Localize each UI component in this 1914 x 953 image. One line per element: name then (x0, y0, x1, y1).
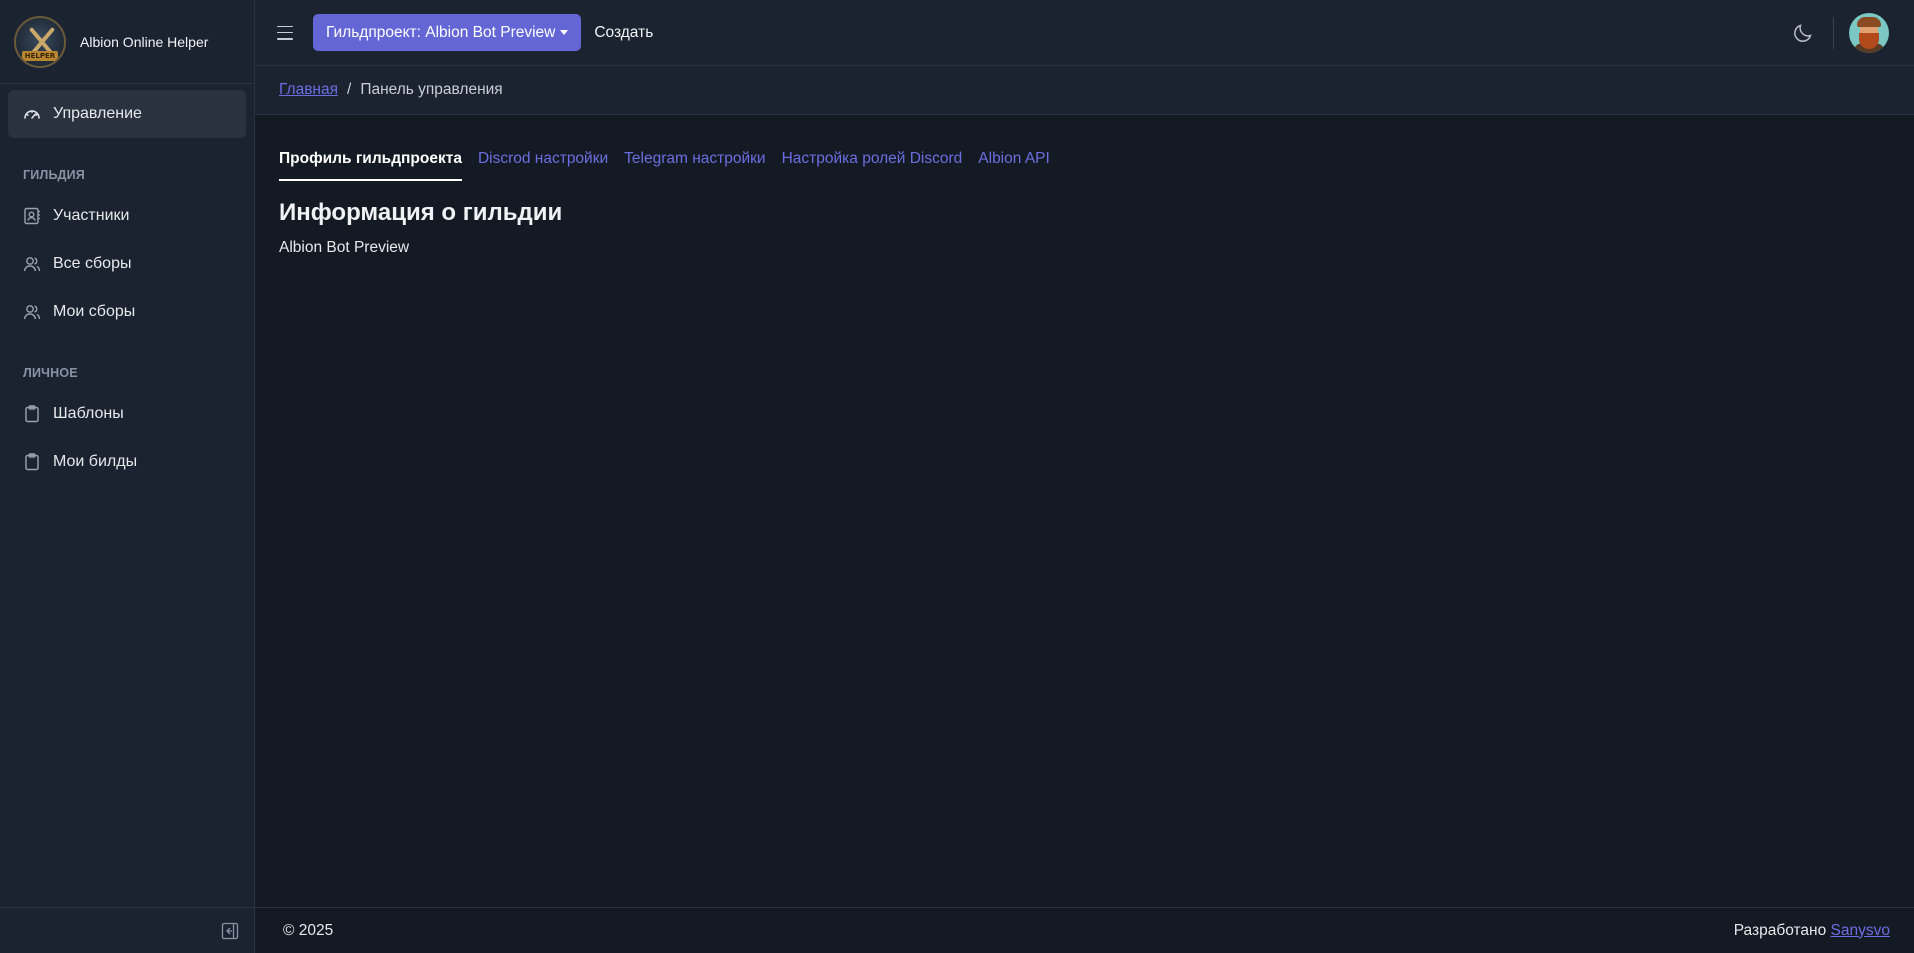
sidebar-section-guild: ГИЛЬДИЯ (23, 168, 85, 182)
breadcrumb-home-link[interactable]: Главная (279, 81, 338, 99)
sidebar-item-label: Шаблоны (53, 405, 124, 422)
users-icon (22, 254, 42, 274)
guild-project-label: Гильдпроект: Albion Bot Preview (326, 23, 556, 41)
guild-name: Albion Bot Preview (279, 239, 410, 256)
sidebar-item-label: Мои билды (53, 453, 138, 470)
sidebar-footer (0, 907, 255, 953)
sidebar-item-members[interactable]: Участники (8, 192, 246, 240)
sidebar-nav: Управление ГИЛЬДИЯ Участники Все сборы М… (0, 84, 254, 492)
brand[interactable]: HELPER Albion Online Helper (0, 0, 254, 84)
tab-discord-settings[interactable]: Discrod настройки (478, 150, 608, 181)
users-icon (22, 302, 42, 322)
brand-title: Albion Online Helper (80, 33, 209, 50)
developed-by-label: Разработано (1733, 921, 1827, 939)
guild-project-dropdown[interactable]: Гильдпроект: Albion Bot Preview (313, 14, 582, 51)
sidebar-item-label: Участники (53, 207, 130, 224)
tab-albion-api[interactable]: Albion API (978, 150, 1050, 181)
brand-logo-text: HELPER (22, 50, 58, 61)
developed-by: Разработано Sanysvo (1734, 922, 1890, 940)
gauge-icon (22, 104, 42, 124)
tabs: Профиль гильдпроекта Discrod настройки T… (279, 150, 1914, 181)
sidebar-item-management[interactable]: Управление (8, 90, 246, 138)
topbar: Гильдпроект: Albion Bot Preview Создать (255, 0, 1914, 66)
sidebar: HELPER Albion Online Helper Управление Г… (0, 0, 255, 953)
main-content: Профиль гильдпроекта Discrod настройки T… (279, 115, 1914, 257)
caret-down-icon (560, 30, 569, 35)
clipboard-icon (22, 404, 42, 424)
sidebar-item-label: Все сборы (53, 255, 132, 272)
breadcrumb-separator: / (347, 81, 352, 98)
footer: © 2025 Разработано Sanysvo (255, 907, 1914, 953)
sidebar-item-templates[interactable]: Шаблоны (8, 390, 246, 438)
breadcrumb-current: Панель управления (360, 81, 503, 98)
moon-icon[interactable] (1791, 21, 1815, 45)
tab-telegram-settings[interactable]: Telegram настройки (624, 150, 765, 181)
contact-book-icon (22, 206, 42, 226)
divider (1833, 16, 1834, 49)
avatar[interactable] (1849, 12, 1889, 53)
collapse-sidebar-icon[interactable] (221, 922, 239, 940)
sidebar-item-label: Управление (53, 105, 142, 122)
sidebar-section-personal: ЛИЧНОЕ (23, 366, 78, 380)
sidebar-item-my-builds[interactable]: Мои билды (8, 438, 246, 486)
create-link[interactable]: Создать (594, 24, 653, 42)
breadcrumb: Главная / Панель управления (255, 66, 1914, 115)
clipboard-icon (22, 452, 42, 472)
copyright: © 2025 (283, 921, 334, 939)
menu-icon[interactable] (277, 25, 293, 40)
author-link[interactable]: Sanysvo (1831, 922, 1890, 939)
brand-logo: HELPER (14, 15, 66, 68)
tab-guild-profile[interactable]: Профиль гильдпроекта (279, 150, 462, 181)
tab-discord-roles[interactable]: Настройка ролей Discord (782, 150, 963, 181)
page-title: Информация о гильдии (279, 199, 563, 226)
sidebar-item-my-gatherings[interactable]: Мои сборы (8, 288, 246, 336)
sidebar-item-label: Мои сборы (53, 303, 136, 320)
sidebar-item-all-gatherings[interactable]: Все сборы (8, 240, 246, 288)
